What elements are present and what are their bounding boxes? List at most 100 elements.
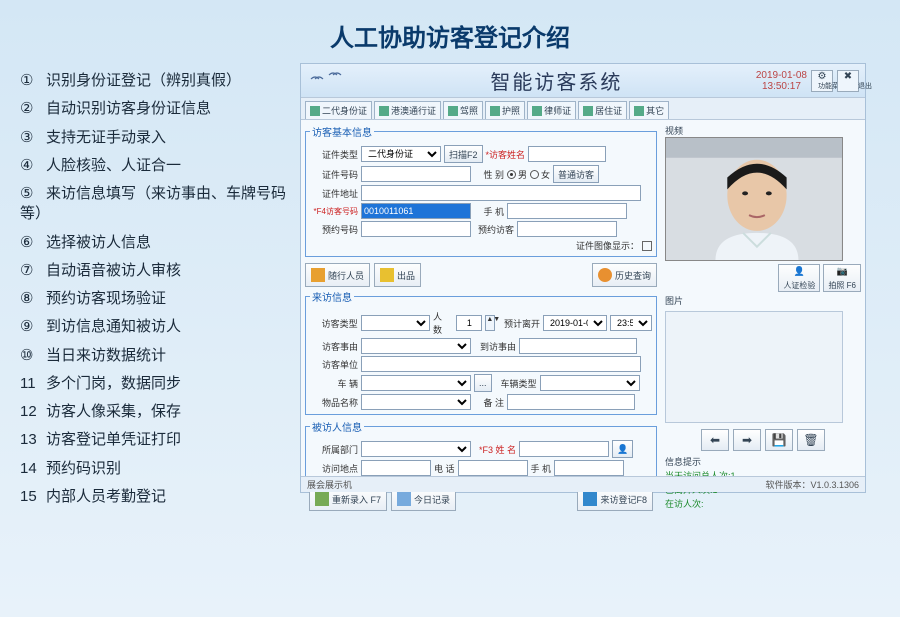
feature-item: 14预约码识别 [20,459,300,479]
visit-fieldset: 来访信息 访客类型 人 数 ▲▼ 预计离开 2019-01-08 23:59 访… [305,289,657,415]
id-type-label: 证件类型 [310,148,358,161]
arrow-left-icon: ⬅ [710,433,720,447]
host-name-input[interactable] [519,441,609,457]
visit-type-select[interactable] [361,315,430,331]
idno-label: 证件号码 [310,168,358,181]
tab-0[interactable]: 二代身份证 [305,101,372,119]
car-type-label: 车辆类型 [495,377,537,390]
tab-icon [490,106,500,116]
footer-device: 展会展示机 [307,478,352,491]
remark-label: 备 注 [474,396,504,409]
sex-label: 性 别 [474,168,504,181]
feature-item: ⑦自动语音被访人审核 [20,261,300,281]
app-window: 智能访客系统 2019-01-0813:50:17 ⚙功能菜单 ✖退出 二代身份… [300,63,866,493]
phone-input[interactable] [507,203,627,219]
tab-6[interactable]: 其它 [629,101,669,119]
delete-button[interactable]: 🗑 [797,429,825,451]
exit-icon: ✖ [844,71,852,82]
count-input[interactable] [456,315,482,331]
room-label: 访问地点 [310,462,358,475]
refresh-icon [315,492,329,506]
tab-icon [532,106,542,116]
count-label: 人 数 [433,310,453,336]
leave-date-select[interactable]: 2019-01-08 [543,315,607,331]
companion-button[interactable]: 随行人员 [305,263,370,287]
mid-toolbar: 随行人员 出品 历史查询 [305,261,657,289]
reserve-no-label: 预约号码 [310,223,358,236]
verify-button[interactable]: 👤人证检验 [778,264,820,292]
sex-male-radio[interactable]: 男 [507,168,527,181]
reserve-no-input[interactable] [361,221,471,237]
room-input[interactable] [361,460,431,476]
app-footer: 展会展示机 软件版本：V1.0.3.1306 [301,476,865,492]
car-select[interactable] [361,375,471,391]
exit-button[interactable]: ✖退出 [837,70,859,92]
unit-input[interactable] [361,356,641,372]
history-button[interactable]: 历史查询 [592,263,657,287]
goods-icon [380,268,394,282]
capture-button[interactable]: 📷拍照 F6 [823,264,861,292]
goods-select[interactable] [361,394,471,410]
pager: ⬅ ➡ 💾 🗑 [665,429,861,451]
host-pick-button[interactable]: 👤 [612,440,633,458]
leave-time-select[interactable]: 23:59 [610,315,652,331]
footer-version: 软件版本：V1.0.3.1306 [765,478,859,491]
to-reason-input[interactable] [519,338,637,354]
id-type-tabbar: 二代身份证港澳通行证驾照护照律师证居住证其它 [301,98,865,120]
visitor-name-input[interactable] [528,146,606,162]
tab-2[interactable]: 驾照 [443,101,483,119]
scan-button[interactable]: 扫描F2 [444,145,483,163]
prev-button[interactable]: ⬅ [701,429,729,451]
visit-type-label: 访客类型 [310,317,358,330]
tab-icon [583,106,593,116]
addr-label: 证件地址 [310,187,358,200]
arrow-right-icon: ➡ [742,433,752,447]
dept-label: 所属部门 [310,443,358,456]
tab-icon [634,106,644,116]
trash-icon: 🗑 [803,433,818,447]
idno-input[interactable] [361,166,471,182]
checkbox-icon[interactable] [642,241,652,251]
legend-basic: 访客基本信息 [310,124,374,139]
host-fieldset: 被访人信息 所属部门 *F3 姓 名 👤 访问地点 电 话 手 机 [305,419,657,481]
reason-select[interactable] [361,338,471,354]
f3-name-label: *F3 姓 名 [474,443,516,456]
feature-item: ⑤来访信息填写（来访事由、车牌号码等） [20,184,300,225]
visitno-label: *F4访客号码 [310,206,358,217]
normal-visitor-button[interactable]: 普通访客 [553,165,599,183]
legend-host: 被访人信息 [310,419,364,434]
visitno-input[interactable] [361,203,471,219]
dept-select[interactable] [361,441,471,457]
save-icon: 💾 [772,433,787,447]
feature-item: ⑧预约访客现场验证 [20,289,300,309]
goods-button[interactable]: 出品 [374,263,421,287]
car-extra-button[interactable]: ... [474,374,492,392]
tab-3[interactable]: 护照 [485,101,525,119]
addr-input[interactable] [361,185,641,201]
save-button[interactable]: 💾 [765,429,793,451]
remark-input[interactable] [507,394,635,410]
person-icon: 👤 [617,444,628,455]
feature-item: 13访客登记单凭证打印 [20,430,300,450]
reason-label: 访客事由 [310,340,358,353]
feature-item: ①识别身份证登记（辨别真假） [20,71,300,91]
id-type-select[interactable]: 二代身份证 [361,146,441,162]
sex-female-radio[interactable]: 女 [530,168,550,181]
tab-4[interactable]: 律师证 [527,101,576,119]
tab-5[interactable]: 居住证 [578,101,627,119]
unit-label: 访客单位 [310,358,358,371]
car-type-select[interactable] [540,375,640,391]
next-button[interactable]: ➡ [733,429,761,451]
feature-item: 15内部人员考勤登记 [20,487,300,507]
img-hint: 证件图像显示： [576,239,639,252]
app-header: 智能访客系统 2019-01-0813:50:17 ⚙功能菜单 ✖退出 [301,64,865,98]
reserve-visitor-input[interactable] [517,221,617,237]
feature-item: ④人脸核验、人证合一 [20,156,300,176]
name-label: *访客姓名 [486,148,526,161]
host-phone-input[interactable] [458,460,528,476]
spinner-icon[interactable]: ▲▼ [485,315,495,331]
host-mobile-input[interactable] [554,460,624,476]
tab-1[interactable]: 港澳通行证 [374,101,441,119]
feature-list: ①识别身份证登记（辨别真假）②自动识别访客身份证信息③支持无证手动录入④人脸核验… [20,63,300,515]
tab-icon [448,106,458,116]
